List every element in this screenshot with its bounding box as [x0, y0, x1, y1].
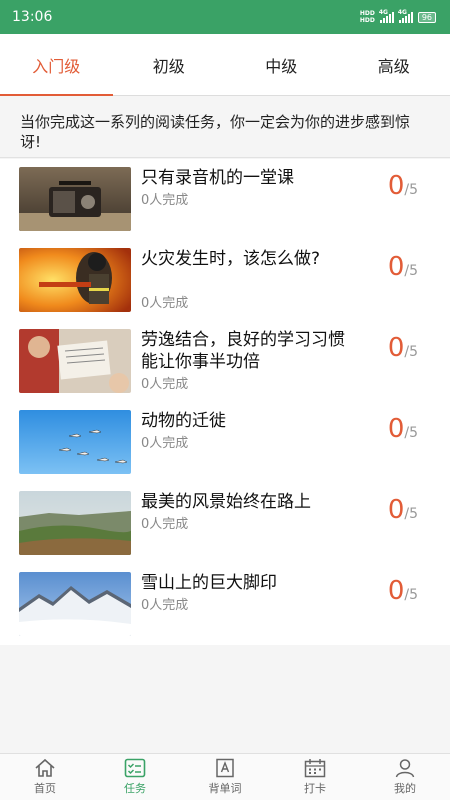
battery-icon: 96 — [417, 11, 436, 23]
task-icon — [124, 758, 146, 778]
list-item[interactable]: 最美的风景始终在路上 0人完成 0/5 — [0, 483, 450, 564]
calendar-icon — [304, 759, 326, 778]
user-icon — [395, 759, 415, 778]
nav-home[interactable]: 首页 — [0, 754, 90, 800]
vocabulary-icon — [216, 758, 234, 778]
score: 0/5 — [387, 576, 418, 606]
completed-count: 0人完成 — [141, 436, 189, 451]
completed-count: 0人完成 — [141, 193, 189, 208]
snow-mountain-photo — [19, 572, 131, 636]
list-item[interactable]: 火灾发生时，该怎么做? 0人完成 0/5 — [0, 240, 450, 321]
landscape-photo — [19, 491, 131, 555]
home-icon — [35, 758, 55, 777]
lesson-title: 火灾发生时，该怎么做? — [141, 249, 321, 269]
nav-tasks[interactable]: 任务 — [90, 754, 180, 800]
nav-profile[interactable]: 我的 — [360, 754, 450, 800]
tab-elementary[interactable]: 初级 — [113, 34, 226, 95]
completed-count: 0人完成 — [141, 377, 189, 392]
study-photo — [19, 329, 131, 393]
firefighter-photo — [19, 248, 131, 312]
score: 0/5 — [387, 495, 418, 525]
nav-label: 打卡 — [304, 782, 326, 795]
intro-text: 当你完成这一系列的阅读任务，你一定会为你的进步感到惊讶! — [0, 96, 450, 158]
lesson-title: 劳逸结合，良好的学习习惯能让你事半功倍 — [141, 330, 345, 372]
nav-label: 首页 — [34, 782, 56, 795]
tab-intermediate[interactable]: 中级 — [225, 34, 338, 95]
hd-indicator: HDD HDD — [359, 10, 375, 24]
completed-count: 0人完成 — [141, 296, 189, 311]
nav-checkin[interactable]: 打卡 — [270, 754, 360, 800]
status-indicators: HDD HDD 4G 4G 96 — [359, 9, 436, 24]
tab-advanced[interactable]: 高级 — [338, 34, 450, 95]
nav-label: 我的 — [394, 782, 416, 795]
radio-photo — [19, 167, 131, 231]
bottom-nav: 首页 任务 背单词 打卡 我的 — [0, 753, 450, 800]
lesson-title: 只有录音机的一堂课 — [141, 168, 294, 188]
nav-vocabulary[interactable]: 背单词 — [180, 754, 270, 800]
lesson-list: 只有录音机的一堂课 0人完成 0/5 火灾发生时，该怎么做? 0人完成 0/5 — [0, 159, 450, 645]
score: 0/5 — [387, 252, 418, 282]
lesson-title: 最美的风景始终在路上 — [141, 492, 311, 512]
list-item[interactable]: 劳逸结合，良好的学习习惯能让你事半功倍 0人完成 0/5 — [0, 321, 450, 402]
completed-count: 0人完成 — [141, 598, 189, 613]
nav-label: 背单词 — [208, 782, 242, 795]
level-tabs: 入门级 初级 中级 高级 — [0, 34, 450, 96]
nav-label: 任务 — [124, 782, 146, 795]
list-item[interactable]: 动物的迁徙 0人完成 0/5 — [0, 402, 450, 483]
completed-count: 0人完成 — [141, 517, 189, 532]
score: 0/5 — [387, 414, 418, 444]
lesson-title: 动物的迁徙 — [141, 411, 226, 431]
signal-icon: 4G — [379, 9, 394, 23]
score: 0/5 — [387, 333, 418, 363]
tab-beginner[interactable]: 入门级 — [0, 34, 113, 96]
signal-icon-2: 4G — [398, 9, 413, 23]
list-item[interactable]: 雪山上的巨大脚印 0人完成 0/5 — [0, 564, 450, 645]
birds-photo — [19, 410, 131, 474]
score: 0/5 — [387, 171, 418, 201]
lesson-title: 雪山上的巨大脚印 — [141, 573, 277, 593]
list-item[interactable]: 只有录音机的一堂课 0人完成 0/5 — [0, 159, 450, 240]
status-bar: 13:06 HDD HDD 4G 4G 96 — [0, 0, 450, 34]
status-time: 13:06 — [12, 9, 53, 25]
